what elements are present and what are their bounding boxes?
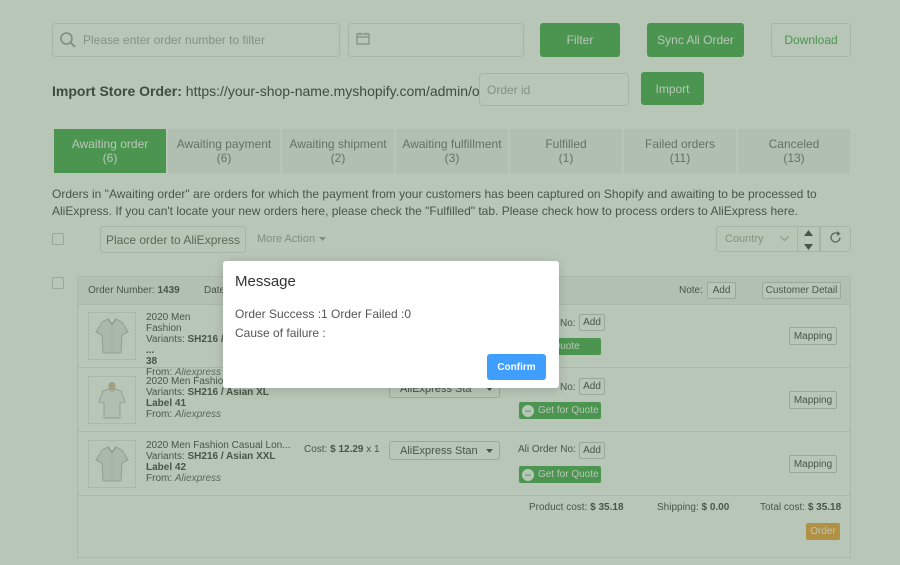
dialog-failure-text: Cause of failure :: [235, 326, 326, 340]
dialog-result-text: Order Success :1 Order Failed :0: [235, 307, 412, 321]
dialog-title: Message: [235, 273, 296, 290]
confirm-button[interactable]: Confirm: [487, 354, 546, 380]
message-dialog: Message Order Success :1 Order Failed :0…: [223, 261, 559, 388]
